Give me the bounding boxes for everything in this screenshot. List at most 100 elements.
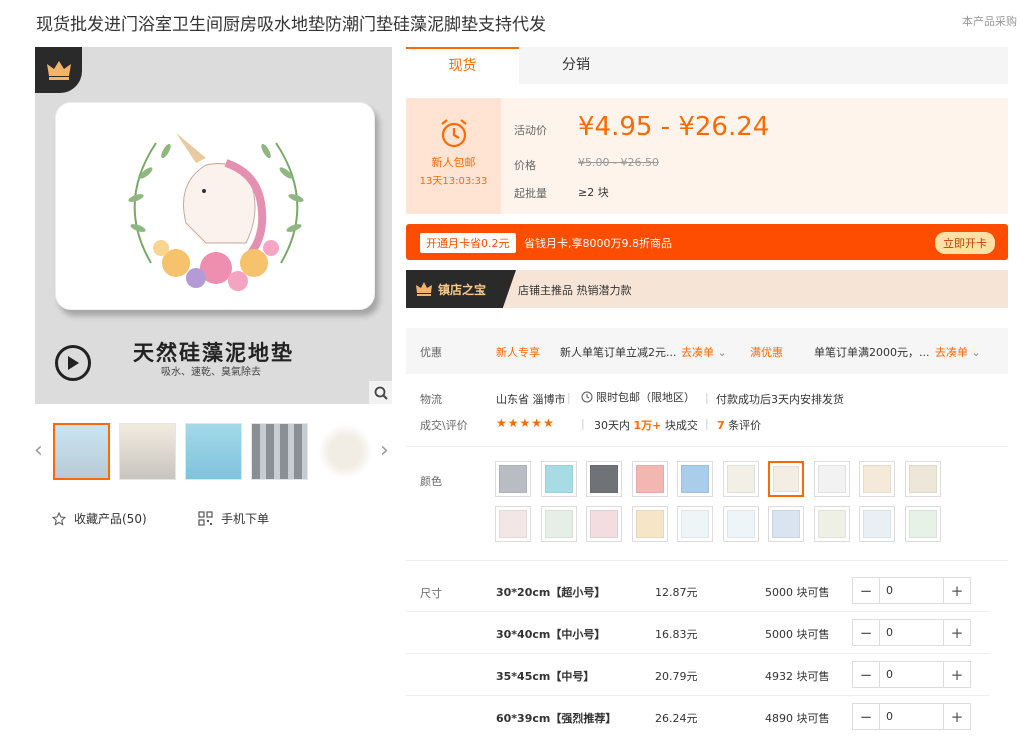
crown-badge-icon xyxy=(35,47,82,93)
decrement-button[interactable]: − xyxy=(853,578,880,603)
swatch-preview xyxy=(544,465,573,493)
purchase-hint[interactable]: 本产品采购 xyxy=(962,13,1017,29)
promo-link-2-label: 去凑单 xyxy=(935,346,968,359)
color-swatch[interactable] xyxy=(495,461,531,497)
color-swatch[interactable] xyxy=(677,506,713,542)
color-swatch[interactable] xyxy=(859,461,895,497)
main-product-image[interactable]: 天然硅藻泥地垫 吸水、速乾、臭氣除去 xyxy=(35,47,392,404)
promo-desc-full: 单笔订单满2000元，... xyxy=(814,346,930,359)
swatch-preview xyxy=(590,510,618,538)
treasure-text: 店铺主推品 热销潜力款 xyxy=(518,284,632,297)
thumbnail-2[interactable] xyxy=(119,423,176,480)
favorite-label: 收藏产品(50) xyxy=(74,512,147,526)
thumbnail-5[interactable] xyxy=(317,423,374,480)
tab-spot[interactable]: 现货 xyxy=(406,47,519,84)
quantity-input[interactable] xyxy=(880,662,943,687)
swatch-preview xyxy=(590,465,618,493)
color-swatch[interactable] xyxy=(631,506,668,542)
swatch-preview xyxy=(681,465,709,493)
logistics-label: 物流 xyxy=(420,393,442,406)
increment-button[interactable]: + xyxy=(943,578,970,603)
swatch-preview xyxy=(908,510,937,538)
favorite-button[interactable]: 收藏产品(50) xyxy=(52,510,147,527)
size-name: 60*39cm【强烈推荐】 xyxy=(496,712,617,725)
swatch-preview xyxy=(863,510,891,538)
chevron-right-icon[interactable]: › xyxy=(380,438,389,463)
original-price: ¥5.00 - ¥26.50 xyxy=(578,156,659,169)
color-swatch[interactable] xyxy=(904,461,941,497)
product-title: 现货批发进门浴室卫生间厨房吸水地垫防潮门垫硅藻泥脚垫支持代发 xyxy=(36,15,546,35)
color-swatch[interactable] xyxy=(586,461,622,497)
increment-button[interactable]: + xyxy=(943,662,970,687)
color-swatch[interactable] xyxy=(768,461,804,497)
quantity-input[interactable] xyxy=(880,620,943,645)
quantity-stepper: − + xyxy=(852,619,971,646)
table-row: 30*40cm【中小号】 16.83元 5000 块可售 − + xyxy=(406,612,990,654)
logistics-origin[interactable]: 山东省 淄博市 xyxy=(496,391,566,407)
image-subcaption: 吸水、速乾、臭氣除去 xyxy=(161,367,261,378)
color-swatch[interactable] xyxy=(768,506,804,542)
promo-link-2[interactable]: 去凑单 ⌄ xyxy=(935,344,981,360)
deals-count: 30天内 1万+ 块成交 xyxy=(594,417,698,433)
play-video-icon[interactable] xyxy=(55,345,91,381)
size-stock: 5000 块可售 xyxy=(765,586,830,599)
month-card-banner[interactable]: 开通月卡省0.2元 省钱月卡,享8000万9.8折商品 立即开卡 xyxy=(406,224,1008,260)
decrement-button[interactable]: − xyxy=(853,662,880,687)
open-card-button[interactable]: 立即开卡 xyxy=(935,232,995,254)
separator: | xyxy=(581,417,585,430)
month-card-text: 省钱月卡,享8000万9.8折商品 xyxy=(524,237,672,250)
alarm-clock-icon xyxy=(440,119,467,148)
promo-tag-full: 满优惠 xyxy=(750,346,783,359)
increment-button[interactable]: + xyxy=(943,620,970,645)
color-swatch[interactable] xyxy=(813,506,850,542)
logistics-shipping: 限时包邮（限地区） xyxy=(581,389,695,405)
quantity-input[interactable] xyxy=(880,704,943,729)
price-box: 新人包邮 13天13:03:33 活动价 ¥4.95 - ¥26.24 价格 ¥… xyxy=(406,98,1008,214)
swatch-preview xyxy=(499,465,527,493)
swatch-preview xyxy=(499,510,527,538)
quantity-input[interactable] xyxy=(880,578,943,603)
tab-distribution[interactable]: 分销 xyxy=(526,47,626,84)
color-swatch[interactable] xyxy=(540,461,577,497)
size-stock: 4890 块可售 xyxy=(765,712,830,725)
color-swatch[interactable] xyxy=(540,506,577,542)
quantity-stepper: − + xyxy=(852,661,971,688)
color-swatch[interactable] xyxy=(859,506,895,542)
promo-tag: 新人包邮 xyxy=(431,156,476,169)
zoom-icon[interactable] xyxy=(369,381,392,404)
increment-button[interactable]: + xyxy=(943,704,970,729)
rating-stars: ★★★★★ xyxy=(496,416,555,430)
swatch-preview xyxy=(773,466,799,492)
decrement-button[interactable]: − xyxy=(853,704,880,729)
countdown-timer: 13天13:03:33 xyxy=(419,176,488,187)
separator: | xyxy=(705,391,709,404)
mobile-order-button[interactable]: 手机下单 xyxy=(198,510,269,527)
size-price: 26.24元 xyxy=(655,712,698,725)
swatch-preview xyxy=(908,465,937,493)
deals-label: 成交\评价 xyxy=(420,419,468,432)
swatch-preview xyxy=(544,510,573,538)
activity-price-label: 活动价 xyxy=(514,124,547,137)
color-swatch[interactable] xyxy=(904,506,941,542)
thumbnail-1[interactable] xyxy=(53,423,110,480)
reviews-link[interactable]: 7 条评价 xyxy=(717,417,761,433)
color-swatch[interactable] xyxy=(631,461,668,497)
decrement-button[interactable]: − xyxy=(853,620,880,645)
color-swatch[interactable] xyxy=(586,506,622,542)
promo-link-1-label: 去凑单 xyxy=(681,346,714,359)
thumbnail-3[interactable] xyxy=(185,423,242,480)
promo-link-1[interactable]: 去凑单 ⌄ xyxy=(681,344,727,360)
color-swatch[interactable] xyxy=(813,461,850,497)
color-swatch[interactable] xyxy=(495,506,531,542)
thumbnail-4[interactable] xyxy=(251,423,308,480)
activity-price: ¥4.95 - ¥26.24 xyxy=(578,112,770,142)
moq-value: ≥2 块 xyxy=(578,186,609,199)
tab-bar: 现货 分销 xyxy=(406,47,1008,84)
chevron-left-icon[interactable]: ‹ xyxy=(34,438,43,463)
size-name: 30*20cm【超小号】 xyxy=(496,586,606,599)
color-swatch[interactable] xyxy=(722,461,759,497)
price-label: 价格 xyxy=(514,159,536,172)
star-outline-icon xyxy=(52,511,66,526)
color-swatch[interactable] xyxy=(722,506,759,542)
color-swatch[interactable] xyxy=(677,461,713,497)
